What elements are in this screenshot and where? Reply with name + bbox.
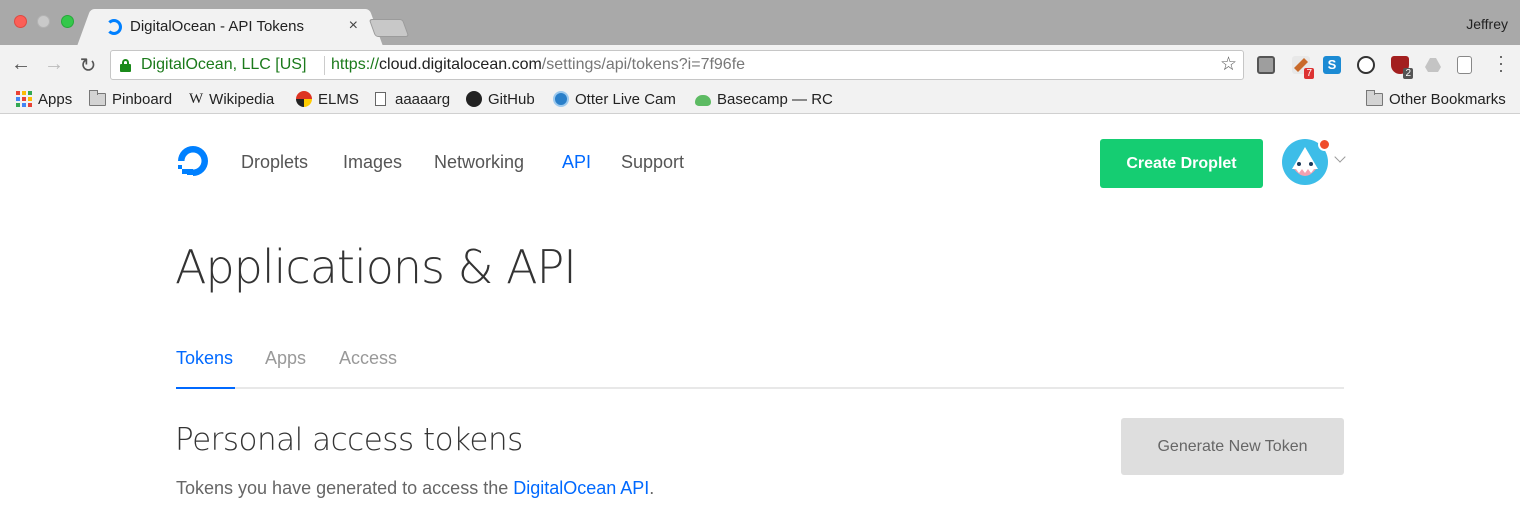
- bookmark-otter-live-cam[interactable]: Otter Live Cam: [553, 89, 676, 109]
- bookmark-label: Apps: [38, 90, 73, 108]
- digitalocean-api-link[interactable]: DigitalOcean API: [513, 478, 649, 498]
- bookmark-aaaaarg[interactable]: aaaaarg: [375, 89, 450, 109]
- chevron-down-icon[interactable]: [1334, 151, 1346, 163]
- tab-apps[interactable]: Apps: [265, 348, 306, 369]
- bookmark-star-icon[interactable]: ☆: [1220, 53, 1237, 76]
- address-divider: [324, 56, 325, 75]
- tab-title: DigitalOcean - API Tokens: [130, 18, 304, 35]
- tab-access[interactable]: Access: [339, 348, 397, 369]
- extension-s-icon[interactable]: S: [1323, 56, 1341, 74]
- page-tabs: Tokens Apps Access: [176, 345, 1344, 389]
- wikipedia-icon: W: [189, 90, 204, 107]
- browser-titlebar: DigitalOcean - API Tokens × Jeffrey: [0, 0, 1520, 45]
- nav-support[interactable]: Support: [621, 152, 684, 173]
- active-tab-indicator: [176, 387, 235, 389]
- close-window-button[interactable]: [14, 15, 27, 28]
- page-title: Applications & API: [175, 240, 577, 294]
- bookmarks-bar: Apps Pinboard W Wikipedia ELMS aaaaarg G…: [0, 85, 1520, 114]
- tokens-description: Tokens you have generated to access the …: [176, 478, 654, 499]
- url-host: cloud.digitalocean.com: [379, 56, 542, 73]
- globe-icon: [553, 91, 569, 107]
- folder-icon: [89, 89, 106, 106]
- secure-lock-icon: [120, 59, 131, 72]
- other-bookmarks-label: Other Bookmarks: [1389, 90, 1506, 108]
- tab-tokens[interactable]: Tokens: [176, 348, 233, 369]
- folder-icon: [1366, 89, 1383, 106]
- profile-name[interactable]: Jeffrey: [1466, 16, 1508, 32]
- back-arrow-icon[interactable]: ←: [9, 53, 33, 76]
- reload-icon[interactable]: ↻: [76, 53, 100, 78]
- url-text[interactable]: https://cloud.digitalocean.com/settings/…: [331, 56, 745, 74]
- extension-shield-icon[interactable]: 2: [1391, 56, 1413, 79]
- bookmark-basecamp[interactable]: Basecamp — RC: [695, 89, 833, 109]
- bookmark-pinboard[interactable]: Pinboard: [89, 89, 172, 109]
- bookmark-apps[interactable]: Apps: [16, 89, 72, 109]
- extension-lock-icon[interactable]: [1357, 56, 1375, 74]
- digitalocean-favicon-icon: [106, 19, 122, 35]
- bookmark-label: aaaaarg: [395, 90, 451, 108]
- bookmark-label: ELMS: [318, 90, 359, 108]
- notification-dot: [1318, 138, 1331, 151]
- site-header: Droplets Images Networking API Support C…: [0, 115, 1520, 210]
- github-icon: [466, 91, 482, 107]
- browser-toolbar: ← → ↻ DigitalOcean, LLC [US] https://clo…: [0, 45, 1520, 85]
- tab-close-icon[interactable]: ×: [349, 17, 358, 35]
- apps-grid-icon: [16, 91, 32, 107]
- nav-droplets[interactable]: Droplets: [241, 152, 308, 173]
- zoom-window-button[interactable]: [61, 15, 74, 28]
- extension-drive-icon[interactable]: [1424, 56, 1442, 74]
- page-icon: [375, 92, 386, 106]
- nav-images[interactable]: Images: [343, 152, 402, 173]
- extension-badge: 7: [1304, 68, 1314, 79]
- browser-menu-icon[interactable]: · · ·: [1498, 47, 1504, 79]
- url-path: /settings/api/tokens?i=7f96fe: [541, 56, 746, 73]
- bookmark-label: Wikipedia: [209, 90, 275, 108]
- bookmark-label: Pinboard: [112, 90, 173, 108]
- nav-api[interactable]: API: [562, 152, 591, 173]
- digitalocean-logo-icon[interactable]: [175, 143, 211, 179]
- new-tab-button[interactable]: [368, 19, 410, 37]
- description-text: Tokens you have generated to access the: [176, 478, 514, 498]
- bookmark-github[interactable]: GitHub: [466, 89, 535, 109]
- extension-badge: 2: [1403, 68, 1413, 79]
- bookmark-label: Basecamp — RC: [717, 90, 833, 108]
- bookmark-elms[interactable]: ELMS: [296, 89, 359, 109]
- browser-tab-active[interactable]: DigitalOcean - API Tokens ×: [92, 9, 368, 45]
- extension-ticket-icon[interactable]: 7: [1292, 56, 1314, 79]
- bookmark-label: Otter Live Cam: [575, 90, 676, 108]
- forward-arrow-icon[interactable]: →: [42, 53, 66, 76]
- create-droplet-button[interactable]: Create Droplet: [1100, 139, 1263, 188]
- description-suffix: .: [649, 478, 655, 498]
- elms-icon: [296, 91, 312, 107]
- other-bookmarks[interactable]: Other Bookmarks: [1366, 89, 1506, 109]
- address-bar[interactable]: DigitalOcean, LLC [US] https://cloud.dig…: [110, 50, 1244, 80]
- section-title: Personal access tokens: [175, 422, 523, 458]
- extension-plug-icon[interactable]: [1257, 56, 1275, 74]
- url-scheme: https://: [331, 56, 380, 73]
- nav-networking[interactable]: Networking: [434, 152, 524, 173]
- extension-doc-icon[interactable]: [1457, 56, 1472, 74]
- basecamp-icon: [695, 95, 711, 106]
- bookmark-wikipedia[interactable]: W Wikipedia: [189, 89, 274, 109]
- minimize-window-button[interactable]: [37, 15, 50, 28]
- ev-certificate-label[interactable]: DigitalOcean, LLC [US]: [141, 56, 306, 74]
- bookmark-label: GitHub: [488, 90, 535, 108]
- generate-new-token-button[interactable]: Generate New Token: [1121, 418, 1344, 475]
